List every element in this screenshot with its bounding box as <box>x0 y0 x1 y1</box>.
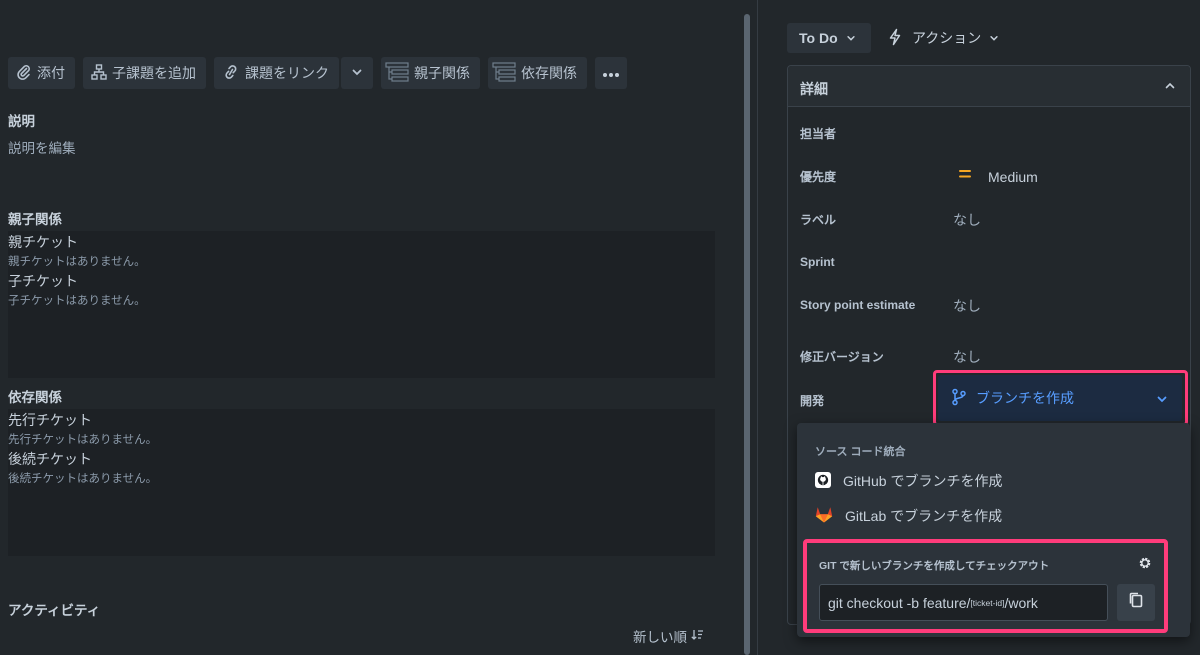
git-cmd-ticket-id: [ticket-id] <box>970 597 1005 608</box>
git-checkout-section: GIT で新しいブランチを作成してチェックアウト git checkout -b… <box>803 539 1168 633</box>
dependency-heading: 依存関係 <box>8 390 62 405</box>
highlight-create-branch <box>933 370 1188 426</box>
git-cmd-suffix: /work <box>1004 594 1038 611</box>
fix-version-value[interactable]: なし <box>953 347 981 367</box>
parent-ticket-label: 親チケット <box>8 234 78 250</box>
hierarchy-icon <box>91 63 107 83</box>
chevron-up-icon[interactable] <box>1164 79 1176 97</box>
add-child-issue-button[interactable]: 子課題を追加 <box>83 57 206 89</box>
action-label: アクション <box>912 30 982 46</box>
dependency-icon <box>492 61 516 86</box>
child-ticket-empty: 子チケットはありません。 <box>8 295 146 307</box>
scrollbar-thumb[interactable] <box>744 14 750 655</box>
copy-icon <box>1128 591 1144 614</box>
parent-child-section: 親チケット 親チケットはありません。 子チケット 子チケットはありません。 <box>8 231 715 378</box>
story-point-value[interactable]: なし <box>953 296 981 316</box>
child-ticket-label: 子チケット <box>8 273 78 289</box>
github-icon <box>815 471 831 491</box>
link-issue-label: 課題をリンク <box>245 65 329 81</box>
parent-child-button[interactable]: 親子関係 <box>381 57 480 89</box>
status-label: To Do <box>799 30 838 46</box>
git-command-field[interactable]: git checkout -b feature/[ticket-id]/work <box>819 584 1108 621</box>
link-issue-split-button: 課題をリンク <box>214 57 373 89</box>
dependency-section: 先行チケット 先行チケットはありません。 後続チケット 後続チケットはありません… <box>8 409 715 556</box>
sort-order-button[interactable]: 新しい順 <box>633 626 704 646</box>
story-point-label: Story point estimate <box>800 298 916 312</box>
priority-field[interactable]: Medium <box>958 167 1038 186</box>
action-dropdown[interactable]: アクション <box>886 23 999 53</box>
parent-child-icon <box>385 61 409 86</box>
copy-button[interactable] <box>1117 584 1155 621</box>
gitlab-item-label: GitLab でブランチを作成 <box>845 508 1003 524</box>
development-label: 開発 <box>800 394 825 408</box>
paperclip-icon <box>16 64 32 83</box>
link-icon <box>222 64 240 83</box>
link-issue-dropdown-button[interactable] <box>341 57 373 89</box>
activity-heading: アクティビティ <box>8 603 101 618</box>
sprint-label: Sprint <box>800 255 835 269</box>
lightning-icon <box>886 28 904 49</box>
panel-divider <box>757 0 758 655</box>
details-header[interactable]: 詳細 <box>788 66 1190 107</box>
github-create-branch-item[interactable]: GitHub でブランチを作成 <box>815 471 1002 491</box>
parent-child-label: 親子関係 <box>414 65 470 81</box>
gitlab-icon <box>815 506 833 526</box>
priority-label: 優先度 <box>800 170 837 184</box>
add-child-label: 子課題を追加 <box>112 65 196 81</box>
assignee-label: 担当者 <box>800 127 837 141</box>
predecessor-label: 先行チケット <box>8 412 92 428</box>
gear-icon[interactable] <box>1138 556 1152 575</box>
attach-button[interactable]: 添付 <box>8 57 75 89</box>
chevron-down-icon <box>351 65 363 81</box>
predecessor-empty: 先行チケットはありません。 <box>8 434 158 446</box>
label-field-label: ラベル <box>800 213 837 227</box>
more-icon <box>602 65 620 81</box>
dependency-label: 依存関係 <box>521 65 577 81</box>
priority-value: Medium <box>988 168 1038 185</box>
github-item-label: GitHub でブランチを作成 <box>843 473 1003 489</box>
successor-label: 後続チケット <box>8 451 92 467</box>
status-dropdown[interactable]: To Do <box>787 23 871 53</box>
successor-empty: 後続チケットはありません。 <box>8 473 158 485</box>
parent-ticket-empty: 親チケットはありません。 <box>8 256 146 268</box>
dependency-button[interactable]: 依存関係 <box>488 57 587 89</box>
git-cmd-prefix: git checkout -b feature/ <box>828 594 971 611</box>
more-actions-button[interactable] <box>595 57 627 89</box>
chevron-down-icon <box>846 30 856 46</box>
fix-version-label: 修正バージョン <box>800 350 884 364</box>
description-heading: 説明 <box>8 114 35 129</box>
details-title: 詳細 <box>800 81 828 97</box>
gitlab-create-branch-item[interactable]: GitLab でブランチを作成 <box>815 506 1002 526</box>
sort-descending-icon <box>690 628 704 645</box>
priority-medium-icon <box>958 167 972 186</box>
source-code-heading: ソース コード統合 <box>815 446 906 458</box>
chevron-down-icon <box>989 30 999 46</box>
git-section-heading: GIT で新しいブランチを作成してチェックアウト <box>819 560 1050 572</box>
attach-label: 添付 <box>37 65 65 81</box>
issue-toolbar: 添付 子課題を追加 課題をリンク 親子関係 依存関係 <box>8 57 627 89</box>
sort-label: 新しい順 <box>633 630 687 645</box>
link-issue-button[interactable]: 課題をリンク <box>214 57 339 89</box>
parent-child-heading: 親子関係 <box>8 212 62 227</box>
label-field-value[interactable]: なし <box>953 210 981 230</box>
description-editor[interactable]: 説明を編集 <box>8 137 76 157</box>
